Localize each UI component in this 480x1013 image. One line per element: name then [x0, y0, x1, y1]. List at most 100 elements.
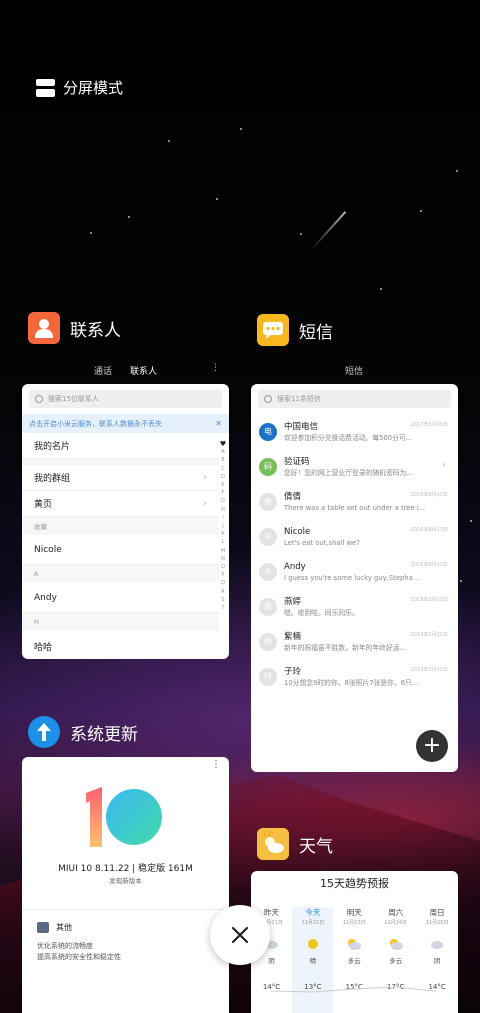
contacts-tabs: 通话 联系人 [94, 364, 157, 377]
alphabet-letter[interactable]: O [221, 563, 225, 571]
alphabet-letter[interactable]: L [222, 538, 225, 546]
alphabet-letter[interactable]: J [222, 522, 223, 530]
split-screen-button[interactable]: 分屏模式 [36, 77, 123, 98]
alphabet-letter[interactable]: E [221, 481, 224, 489]
close-all-button[interactable] [210, 905, 270, 965]
updater-app-header: 系统更新 [28, 716, 138, 748]
split-screen-icon [36, 78, 55, 97]
message-thread-row[interactable]: 楠紫楠 新年的祝福虽不胜数，新年的年终好运... 2019年2月22日 [251, 624, 458, 659]
updater-card[interactable]: ⋮ MIUI 10 8.11.22 | 稳定版 161M 发现新版本 其他 优化… [22, 757, 229, 1013]
avatar: 电 [259, 422, 277, 441]
contacts-app-header: 联系人 [28, 312, 121, 344]
contacts-icon [28, 312, 60, 344]
message-text: 验证码 您好！您的网上营业厅登录的随机密码为... [284, 456, 450, 478]
weather-app-name: 天气 [299, 836, 333, 857]
section-header-a: A [22, 565, 219, 583]
alphabet-letter[interactable]: Q [221, 579, 225, 587]
forecast-condition: 晴 [309, 957, 317, 965]
my-groups-row[interactable]: 我的群组 › [22, 465, 219, 491]
sender-name: 验证码 [284, 456, 310, 467]
divider [22, 909, 229, 910]
alphabet-letter[interactable]: B [221, 456, 224, 464]
message-date: 2016年6月13日 [410, 492, 448, 498]
message-thread-row[interactable]: 燕燕婷 嗯。收到啦。同乐同乐。 2019年2月22日 [251, 589, 458, 624]
alphabet-letter[interactable]: M [221, 547, 225, 555]
forecast-day: 明天 [346, 908, 362, 917]
message-date: 2019年2月22日 [410, 632, 448, 638]
favorites-header: 收藏 [22, 517, 219, 535]
contacts-more-icon[interactable]: ⋮ [211, 363, 220, 373]
avatar: 玲 [259, 667, 277, 686]
avatar: N [259, 527, 277, 546]
alphabet-letter[interactable]: N [221, 555, 225, 563]
messages-card[interactable]: 搜索11条短信 电中国电信 欢迎参加积分兑换话费活动。每500分可... 2017年… [251, 384, 458, 772]
alphabet-letter[interactable]: C [221, 465, 225, 473]
avatar: 楠 [259, 632, 277, 651]
my-card-row[interactable]: 我的名片 [22, 433, 219, 459]
section-header-h: H [22, 613, 219, 631]
yellow-pages-row[interactable]: 黄页 › [22, 491, 219, 517]
sun-icon [292, 936, 333, 952]
more-icon[interactable]: ⋮ [211, 759, 221, 770]
avatar: A [259, 562, 277, 581]
weather-temp-badge: 13° [262, 830, 275, 838]
alphabet-letter[interactable]: I [222, 514, 223, 522]
message-thread-row[interactable]: 玲子玲 10分想念9时的你，8张照片7张是你，6只... 2019年2月22日 [251, 659, 458, 694]
miui10-logo [84, 787, 164, 847]
message-preview: 欢迎参加积分兑换话费活动。每500分可... [284, 433, 413, 442]
alphabet-letter[interactable]: R [221, 588, 224, 596]
message-thread-row[interactable]: N Nicole Let's eat out,shall we? 2016年6月13日 [251, 519, 458, 554]
message-thread-row[interactable]: 码验证码 您好！您的网上营业厅登录的随机密码为... › [251, 449, 458, 484]
alphabet-index[interactable]: ♥ A B C D E F G H I J K L M N O P Q R S T [219, 440, 227, 612]
avatar: 码 [259, 457, 277, 476]
message-preview: There was a table set out under a tree i… [284, 503, 426, 512]
new-message-button[interactable]: + [416, 730, 448, 762]
messages-search-input[interactable]: 搜索11条短信 [258, 390, 451, 408]
message-thread-row[interactable]: 倩倩倩 There was a table set out under a tre… [251, 484, 458, 519]
contacts-search-input[interactable]: 搜索15位联系人 [29, 390, 222, 408]
split-screen-label: 分屏模式 [63, 79, 124, 97]
cloud-promo-text: 点击开启小米云服务，联系人数据永不丢失 [29, 419, 162, 428]
alphabet-letter[interactable]: P [221, 571, 224, 579]
close-icon[interactable]: ✕ [215, 419, 222, 428]
alphabet-letter[interactable]: H [221, 506, 225, 514]
weather-card[interactable]: 15天趋势预报 昨天 11月21日阴 14°C 今天 11月22日晴 13°C 明天 11月2… [251, 871, 458, 1013]
tab-calls[interactable]: 通话 [94, 364, 112, 377]
contact-row[interactable]: Nicole [22, 535, 219, 565]
new-version-subtitle: 发现新版本 [109, 877, 142, 885]
alphabet-letter[interactable]: F [222, 489, 225, 497]
changelog-header: 其他 [37, 922, 72, 933]
plus-icon: + [422, 733, 442, 758]
messages-icon [257, 314, 289, 346]
message-thread-row[interactable]: A Andy I guess you're some lucky guy,Steph… [251, 554, 458, 589]
forecast-date: 11月25日 [425, 920, 449, 926]
version-text: MIUI 10 8.11.22 | 稳定版 161M [58, 864, 193, 874]
alphabet-letter[interactable]: T [221, 604, 224, 612]
message-date: 2019年2月22日 [410, 667, 448, 673]
alphabet-letter[interactable]: D [221, 473, 225, 481]
tab-contacts[interactable]: 联系人 [130, 364, 157, 377]
messages-app-header: 短信 [257, 314, 333, 346]
alphabet-letter[interactable]: K [221, 530, 224, 538]
alphabet-letter[interactable]: A [221, 448, 224, 456]
message-preview: 10分想念9时的你，8张照片7张是你，6只... [284, 678, 419, 687]
contacts-app-name: 联系人 [70, 320, 121, 341]
partly-cloudy-icon [334, 936, 375, 952]
alphabet-letter[interactable]: G [221, 497, 225, 505]
message-date: 2017年6月30日 [410, 422, 448, 428]
contacts-card[interactable]: 搜索15位联系人 点击开启小米云服务，联系人数据永不丢失 ✕ 我的名片 我的群组… [22, 384, 229, 659]
alphabet-letter[interactable]: S [221, 596, 224, 604]
message-thread-row[interactable]: 电中国电信 欢迎参加积分兑换话费活动。每500分可... 2017年6月30日 [251, 414, 458, 449]
weather-app-header: 13° 天气 [257, 828, 333, 860]
forecast-condition: 阴 [433, 957, 441, 965]
forecast-date: 11月24日 [384, 920, 408, 926]
message-date: 2019年2月22日 [410, 597, 448, 603]
cloud-promo-banner[interactable]: 点击开启小米云服务，联系人数据永不丢失 ✕ [22, 414, 229, 433]
contact-row[interactable]: 哈哈 [22, 631, 219, 659]
list-icon [37, 922, 49, 933]
contact-row[interactable]: Andy [22, 583, 219, 613]
forecast-date: 11月23日 [342, 920, 366, 926]
message-preview: 嗯。收到啦。同乐同乐。 [284, 608, 359, 617]
alphabet-letter[interactable]: ♥ [220, 440, 226, 448]
forecast-day: 周日 [429, 908, 445, 917]
